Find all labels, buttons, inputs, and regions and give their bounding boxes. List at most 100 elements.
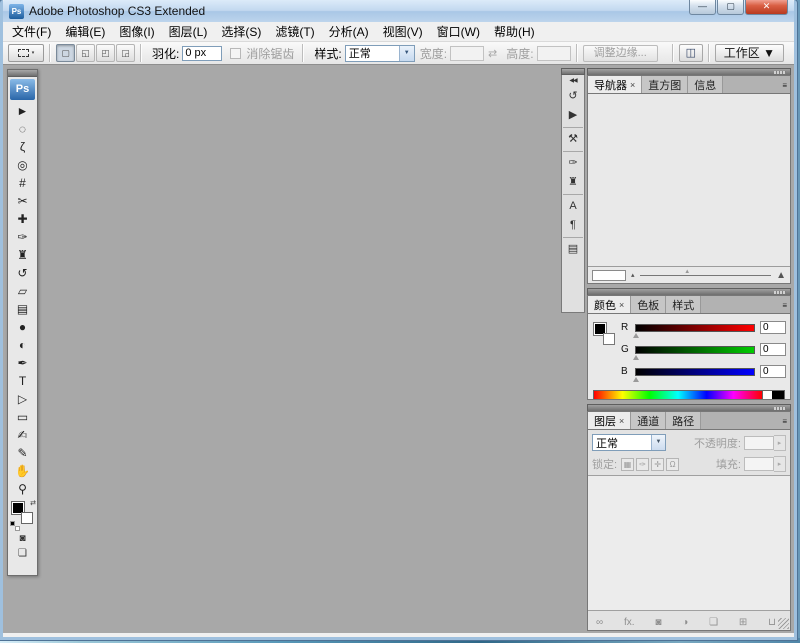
slice-tool[interactable]: ✂ bbox=[8, 192, 37, 210]
brush-tool[interactable]: ✑ bbox=[8, 228, 37, 246]
new-group-icon[interactable]: ❏ bbox=[709, 612, 718, 630]
menu-filter[interactable]: 滤镜(T) bbox=[268, 21, 321, 42]
actions-panel-icon[interactable]: ▶ bbox=[563, 105, 583, 124]
opacity-combo[interactable]: ▸ bbox=[744, 435, 786, 451]
tab-histogram[interactable]: 直方图 bbox=[642, 76, 688, 93]
navigator-zoom-input[interactable] bbox=[592, 270, 626, 281]
crop-tool[interactable]: # bbox=[8, 174, 37, 192]
panel-menu-icon[interactable]: ≡ bbox=[782, 417, 787, 426]
panel-drag-bar[interactable] bbox=[587, 404, 791, 411]
delete-layer-icon[interactable]: ⊔ bbox=[768, 612, 776, 630]
lasso-tool[interactable]: ζ bbox=[8, 138, 37, 156]
lock-all-icon[interactable]: Ω bbox=[666, 458, 679, 471]
screen-mode-button[interactable]: ❏ bbox=[8, 546, 37, 561]
dodge-tool[interactable]: ◐ bbox=[8, 336, 37, 354]
black-swatch[interactable] bbox=[772, 391, 784, 400]
layers-list[interactable] bbox=[588, 475, 790, 611]
background-color-swatch[interactable] bbox=[603, 333, 615, 345]
quick-mask-button[interactable]: ◙ bbox=[8, 531, 37, 546]
menu-analysis[interactable]: 分析(A) bbox=[322, 21, 376, 42]
layer-style-icon[interactable]: fx. bbox=[624, 612, 635, 630]
tab-close-icon[interactable]: × bbox=[619, 300, 624, 310]
menu-window[interactable]: 窗口(W) bbox=[430, 21, 487, 42]
default-colors-icon[interactable] bbox=[10, 521, 20, 531]
blue-value-input[interactable] bbox=[760, 365, 786, 378]
move-tool[interactable]: ► bbox=[8, 102, 37, 120]
paragraph-panel-icon[interactable]: ¶ bbox=[563, 215, 583, 234]
menu-edit[interactable]: 编辑(E) bbox=[58, 21, 112, 42]
menu-select[interactable]: 选择(S) bbox=[214, 21, 268, 42]
panel-drag-bar[interactable] bbox=[587, 68, 791, 75]
color-spectrum-bar[interactable] bbox=[593, 390, 785, 400]
fill-combo[interactable]: ▸ bbox=[744, 456, 786, 472]
gradient-tool[interactable]: ▤ bbox=[8, 300, 37, 318]
menu-image[interactable]: 图像(I) bbox=[112, 21, 161, 42]
icon-dock-drag-bar[interactable] bbox=[561, 68, 585, 75]
new-layer-icon[interactable]: ⊞ bbox=[739, 612, 747, 630]
toolbox-drag-bar[interactable] bbox=[8, 70, 37, 77]
zoom-out-icon[interactable]: ▴ bbox=[631, 267, 635, 284]
menu-view[interactable]: 视图(V) bbox=[376, 21, 430, 42]
marquee-tool[interactable]: ◌ bbox=[8, 120, 37, 138]
fill-slider-icon[interactable]: ▸ bbox=[774, 456, 786, 472]
panel-menu-icon[interactable]: ≡ bbox=[782, 81, 787, 90]
refine-edge-button[interactable]: 调整边缘... bbox=[583, 45, 658, 62]
intersect-selection-button[interactable]: ◲ bbox=[116, 44, 135, 62]
type-tool[interactable]: T bbox=[8, 372, 37, 390]
antialias-checkbox[interactable] bbox=[230, 48, 241, 59]
character-panel-icon[interactable]: A bbox=[563, 194, 583, 215]
tab-channels[interactable]: 通道 bbox=[631, 412, 666, 429]
shape-tool[interactable]: ▭ bbox=[8, 408, 37, 426]
white-swatch[interactable] bbox=[762, 391, 772, 400]
red-value-input[interactable] bbox=[760, 321, 786, 334]
blend-mode-select[interactable]: 正常 ▼ bbox=[592, 434, 666, 451]
eraser-tool[interactable]: ▱ bbox=[8, 282, 37, 300]
tab-styles[interactable]: 样式 bbox=[666, 296, 701, 313]
blur-tool[interactable]: ● bbox=[8, 318, 37, 336]
minimize-button[interactable]: — bbox=[689, 0, 716, 15]
clone-source-panel-icon[interactable]: ♜ bbox=[563, 172, 583, 191]
tab-color[interactable]: 颜色 × bbox=[588, 296, 631, 313]
tool-presets-panel-icon[interactable]: ⚒ bbox=[563, 127, 583, 148]
tab-close-icon[interactable]: × bbox=[630, 80, 635, 90]
tool-preset-picker[interactable]: ▾ bbox=[8, 44, 44, 62]
tab-navigator[interactable]: 导航器 × bbox=[588, 76, 642, 93]
workspace-button[interactable]: 工作区 ▼ bbox=[715, 44, 784, 62]
quick-selection-tool[interactable]: ◎ bbox=[8, 156, 37, 174]
subtract-from-selection-button[interactable]: ◰ bbox=[96, 44, 115, 62]
style-select[interactable]: 正常 ▼ bbox=[345, 45, 415, 62]
fill-input[interactable] bbox=[744, 457, 774, 471]
hand-tool[interactable]: ✋ bbox=[8, 462, 37, 480]
lock-image-pixels-icon[interactable]: ✑ bbox=[636, 458, 649, 471]
menu-help[interactable]: 帮助(H) bbox=[487, 21, 542, 42]
menu-layer[interactable]: 图层(L) bbox=[162, 21, 215, 42]
background-color-swatch[interactable] bbox=[21, 512, 33, 524]
history-brush-tool[interactable]: ↺ bbox=[8, 264, 37, 282]
path-selection-tool[interactable]: ▷ bbox=[8, 390, 37, 408]
tab-swatches[interactable]: 色板 bbox=[631, 296, 666, 313]
add-layer-mask-icon[interactable]: ◙ bbox=[655, 612, 661, 630]
opacity-input[interactable] bbox=[744, 436, 774, 450]
panel-resize-grip[interactable] bbox=[778, 618, 789, 629]
height-input[interactable] bbox=[537, 46, 571, 61]
maximize-button[interactable]: ▢ bbox=[717, 0, 744, 15]
panel-menu-icon[interactable]: ≡ bbox=[782, 301, 787, 310]
title-bar[interactable]: Ps Adobe Photoshop CS3 Extended — ▢ ✕ bbox=[3, 0, 794, 22]
feather-input[interactable] bbox=[182, 46, 222, 61]
zoom-tool[interactable]: ⚲ bbox=[8, 480, 37, 498]
opacity-slider-icon[interactable]: ▸ bbox=[774, 435, 786, 451]
red-slider[interactable] bbox=[635, 324, 755, 332]
eyedropper-tool[interactable]: ✎ bbox=[8, 444, 37, 462]
chevron-down-icon[interactable]: ▼ bbox=[399, 46, 414, 61]
slider-thumb[interactable] bbox=[633, 377, 639, 382]
tab-paths[interactable]: 路径 bbox=[666, 412, 701, 429]
bridge-button[interactable]: ◫ bbox=[679, 44, 703, 62]
spectrum-gradient[interactable] bbox=[594, 391, 762, 400]
panel-drag-bar[interactable] bbox=[587, 288, 791, 295]
tab-close-icon[interactable]: × bbox=[619, 416, 624, 426]
lock-transparent-pixels-icon[interactable]: ▦ bbox=[621, 458, 634, 471]
brushes-panel-icon[interactable]: ✑ bbox=[563, 151, 583, 172]
new-selection-button[interactable]: ▢ bbox=[56, 44, 75, 62]
slider-thumb[interactable] bbox=[633, 333, 639, 338]
clone-stamp-tool[interactable]: ♜ bbox=[8, 246, 37, 264]
